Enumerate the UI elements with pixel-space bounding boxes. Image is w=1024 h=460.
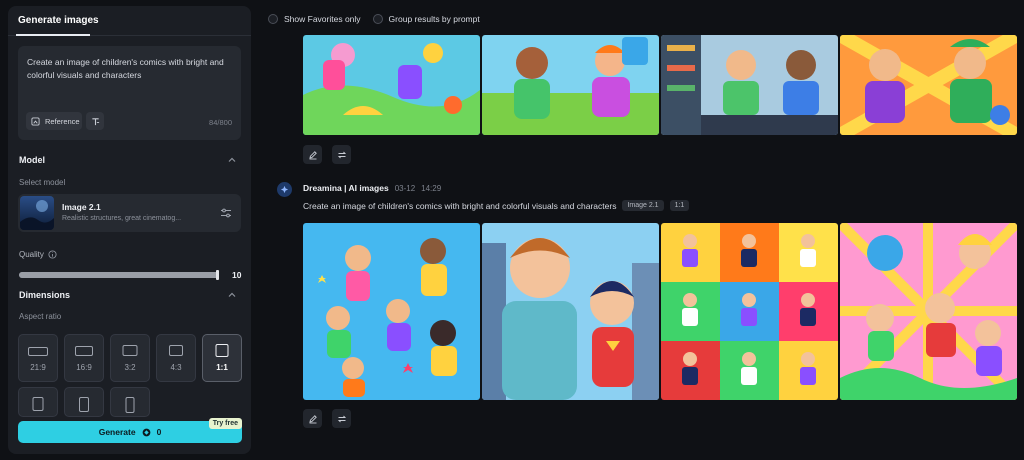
ratio-4-3-icon bbox=[169, 345, 183, 356]
text-icon bbox=[91, 117, 99, 125]
quality-value: 10 bbox=[232, 270, 242, 280]
filter-bar: Show Favorites only Group results by pro… bbox=[257, 6, 1024, 32]
generated-image[interactable] bbox=[482, 35, 659, 135]
regenerate-icon bbox=[337, 151, 346, 158]
active-tab-indicator bbox=[16, 34, 90, 36]
prompt-text[interactable]: Create an image of children's comics wit… bbox=[27, 56, 232, 82]
ratio-portrait-button[interactable] bbox=[18, 387, 58, 417]
generated-image[interactable] bbox=[303, 223, 480, 400]
model-section-title: Model bbox=[19, 155, 45, 165]
results-area: Show Favorites only Group results by pro… bbox=[257, 6, 1024, 454]
ratio-21-9-button[interactable]: 21:9 bbox=[18, 334, 58, 382]
model-name: Image 2.1 bbox=[62, 202, 101, 212]
settings-sliders-icon[interactable] bbox=[220, 207, 232, 219]
generation-prompt[interactable]: Create an image of children's comics wit… bbox=[303, 201, 616, 211]
info-icon[interactable] bbox=[48, 250, 57, 259]
regenerate-button[interactable] bbox=[332, 145, 351, 164]
panel-tabs: Generate images bbox=[8, 6, 251, 36]
group-by-prompt-toggle[interactable]: Group results by prompt bbox=[372, 14, 480, 24]
reference-button[interactable]: Reference bbox=[26, 112, 82, 130]
generation-prompt-row: Create an image of children's comics wit… bbox=[303, 200, 690, 211]
text-style-button[interactable] bbox=[86, 112, 104, 130]
regenerate-icon bbox=[337, 415, 346, 422]
edit-button[interactable] bbox=[303, 409, 322, 428]
ratio-label: 3:2 bbox=[124, 363, 136, 372]
ratio-16-9-button[interactable]: 16:9 bbox=[64, 334, 104, 382]
generated-image[interactable] bbox=[303, 35, 480, 135]
ratio-1-1-icon bbox=[215, 344, 229, 357]
ratio-label: 21:9 bbox=[30, 363, 46, 372]
try-free-badge: Try free bbox=[208, 418, 242, 429]
chevron-up-icon[interactable] bbox=[227, 155, 237, 165]
generated-image[interactable] bbox=[840, 223, 1017, 400]
generated-image[interactable] bbox=[482, 223, 659, 400]
model-description: Realistic structures, great cinematog... bbox=[62, 215, 182, 222]
generated-image[interactable] bbox=[840, 35, 1017, 135]
credit-value: 0 bbox=[156, 427, 162, 437]
group-checkbox[interactable] bbox=[372, 14, 383, 24]
image-row-previous bbox=[303, 35, 1017, 135]
edit-button[interactable] bbox=[303, 145, 322, 164]
quality-slider-handle[interactable] bbox=[216, 270, 219, 280]
generate-label: Generate bbox=[98, 427, 136, 437]
ratio-label: 4:3 bbox=[170, 363, 182, 372]
favorites-label: Show Favorites only bbox=[284, 14, 361, 24]
generation-panel: Generate images Create an image of child… bbox=[8, 6, 251, 454]
quality-slider-fill bbox=[19, 272, 219, 278]
ratio-portrait-icon bbox=[32, 397, 44, 411]
model-thumbnail bbox=[20, 196, 54, 230]
edit-icon bbox=[308, 150, 317, 159]
quality-row: Quality bbox=[19, 250, 57, 259]
ratio-3-2-button[interactable]: 3:2 bbox=[110, 334, 150, 382]
ratio-portrait-icon bbox=[79, 397, 89, 412]
model-selector[interactable]: Image 2.1 Realistic structures, great ci… bbox=[18, 194, 241, 232]
generate-button[interactable]: Generate 0 Try free bbox=[18, 418, 242, 443]
regenerate-button[interactable] bbox=[332, 409, 351, 428]
chevron-up-icon[interactable] bbox=[227, 290, 237, 300]
ratio-portrait-button[interactable] bbox=[64, 387, 104, 417]
favorites-checkbox[interactable] bbox=[268, 14, 278, 24]
image-row-current bbox=[303, 223, 1017, 400]
ratio-21-9-icon bbox=[28, 347, 48, 356]
ratio-1-1-button[interactable]: 1:1 bbox=[202, 334, 242, 382]
reference-icon bbox=[31, 116, 40, 126]
generation-date: 03-12 bbox=[394, 183, 416, 193]
edit-icon bbox=[308, 414, 317, 423]
tab-generate-images[interactable]: Generate images bbox=[18, 15, 99, 26]
prompt-input[interactable]: Create an image of children's comics wit… bbox=[18, 46, 241, 140]
quality-slider[interactable] bbox=[19, 270, 219, 280]
ratio-label: 1:1 bbox=[216, 363, 228, 372]
reference-label: Reference bbox=[45, 116, 80, 126]
char-count: 84/800 bbox=[209, 118, 232, 127]
generation-time: 14:29 bbox=[421, 183, 442, 193]
ratio-3-2-icon bbox=[122, 345, 138, 356]
dimensions-section-title: Dimensions bbox=[19, 290, 71, 300]
select-model-label: Select model bbox=[19, 178, 66, 187]
generated-image[interactable] bbox=[661, 35, 838, 135]
ratio-4-3-button[interactable]: 4:3 bbox=[156, 334, 196, 382]
favorites-only-toggle[interactable]: Show Favorites only bbox=[268, 14, 361, 24]
model-tag: Image 2.1 bbox=[622, 200, 664, 211]
generation-header: Dreamina | AI images 03-12 14:29 bbox=[303, 183, 441, 193]
ratio-16-9-icon bbox=[75, 346, 93, 356]
quality-label: Quality bbox=[19, 250, 44, 259]
ratio-tag: 1:1 bbox=[669, 200, 690, 211]
generation-source: Dreamina | AI images bbox=[303, 183, 389, 193]
credit-icon bbox=[142, 428, 150, 436]
ratio-portrait-button[interactable] bbox=[110, 387, 150, 417]
dreamina-logo-icon bbox=[277, 182, 292, 197]
generated-image[interactable] bbox=[661, 223, 838, 400]
group-label: Group results by prompt bbox=[388, 14, 480, 24]
ratio-portrait-icon bbox=[125, 397, 135, 413]
aspect-ratio-label: Aspect ratio bbox=[19, 312, 62, 321]
ratio-label: 16:9 bbox=[76, 363, 92, 372]
